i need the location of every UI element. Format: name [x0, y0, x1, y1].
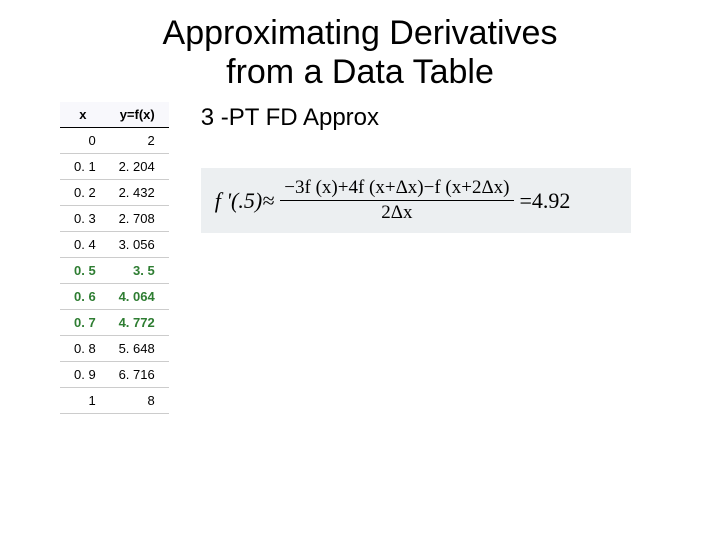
slide-title: Approximating Derivatives from a Data Ta… — [0, 0, 720, 92]
cell-y: 4. 064 — [106, 284, 169, 310]
cell-x: 0. 4 — [60, 232, 106, 258]
title-line-1: Approximating Derivatives — [163, 14, 558, 52]
formula-fraction: −3f (x)+4f (x+Δx)−f (x+2Δx) 2Δx — [280, 178, 513, 223]
table-row: 0. 53. 5 — [60, 258, 169, 284]
cell-y: 2. 708 — [106, 206, 169, 232]
cell-x: 0. 1 — [60, 154, 106, 180]
cell-y: 2. 204 — [106, 154, 169, 180]
cell-x: 0. 2 — [60, 180, 106, 206]
col-header-x: x — [60, 102, 106, 128]
formula-lhs: f '(.5)≈ — [215, 188, 275, 214]
formula: f '(.5)≈ −3f (x)+4f (x+Δx)−f (x+2Δx) 2Δx… — [201, 168, 631, 233]
cell-y: 2. 432 — [106, 180, 169, 206]
data-table: x y=f(x) 020. 12. 2040. 22. 4320. 32. 70… — [60, 102, 169, 414]
right-column: 3 -PT FD Approx f '(.5)≈ −3f (x)+4f (x+Δ… — [201, 102, 692, 414]
table-row: 0. 22. 432 — [60, 180, 169, 206]
slide-content: x y=f(x) 020. 12. 2040. 22. 4320. 32. 70… — [0, 92, 720, 414]
col-header-y: y=f(x) — [106, 102, 169, 128]
table-row: 0. 85. 648 — [60, 336, 169, 362]
cell-x: 0. 8 — [60, 336, 106, 362]
cell-x: 0. 3 — [60, 206, 106, 232]
cell-y: 6. 716 — [106, 362, 169, 388]
table-row: 0. 32. 708 — [60, 206, 169, 232]
cell-x: 0. 9 — [60, 362, 106, 388]
cell-y: 5. 648 — [106, 336, 169, 362]
method-heading: 3 -PT FD Approx — [201, 104, 692, 132]
table-row: 02 — [60, 128, 169, 154]
table-row: 0. 64. 064 — [60, 284, 169, 310]
cell-x: 0. 5 — [60, 258, 106, 284]
cell-y: 8 — [106, 388, 169, 414]
cell-y: 3. 5 — [106, 258, 169, 284]
cell-y: 4. 772 — [106, 310, 169, 336]
table-row: 0. 74. 772 — [60, 310, 169, 336]
cell-y: 2 — [106, 128, 169, 154]
formula-denominator: 2Δx — [381, 201, 412, 223]
title-line-2: from a Data Table — [226, 53, 494, 91]
cell-y: 3. 056 — [106, 232, 169, 258]
cell-x: 1 — [60, 388, 106, 414]
cell-x: 0. 7 — [60, 310, 106, 336]
cell-x: 0 — [60, 128, 106, 154]
table-row: 0. 43. 056 — [60, 232, 169, 258]
table-row: 18 — [60, 388, 169, 414]
formula-rhs: =4.92 — [520, 188, 571, 214]
table-row: 0. 96. 716 — [60, 362, 169, 388]
formula-numerator: −3f (x)+4f (x+Δx)−f (x+2Δx) — [280, 178, 513, 201]
cell-x: 0. 6 — [60, 284, 106, 310]
table-row: 0. 12. 204 — [60, 154, 169, 180]
